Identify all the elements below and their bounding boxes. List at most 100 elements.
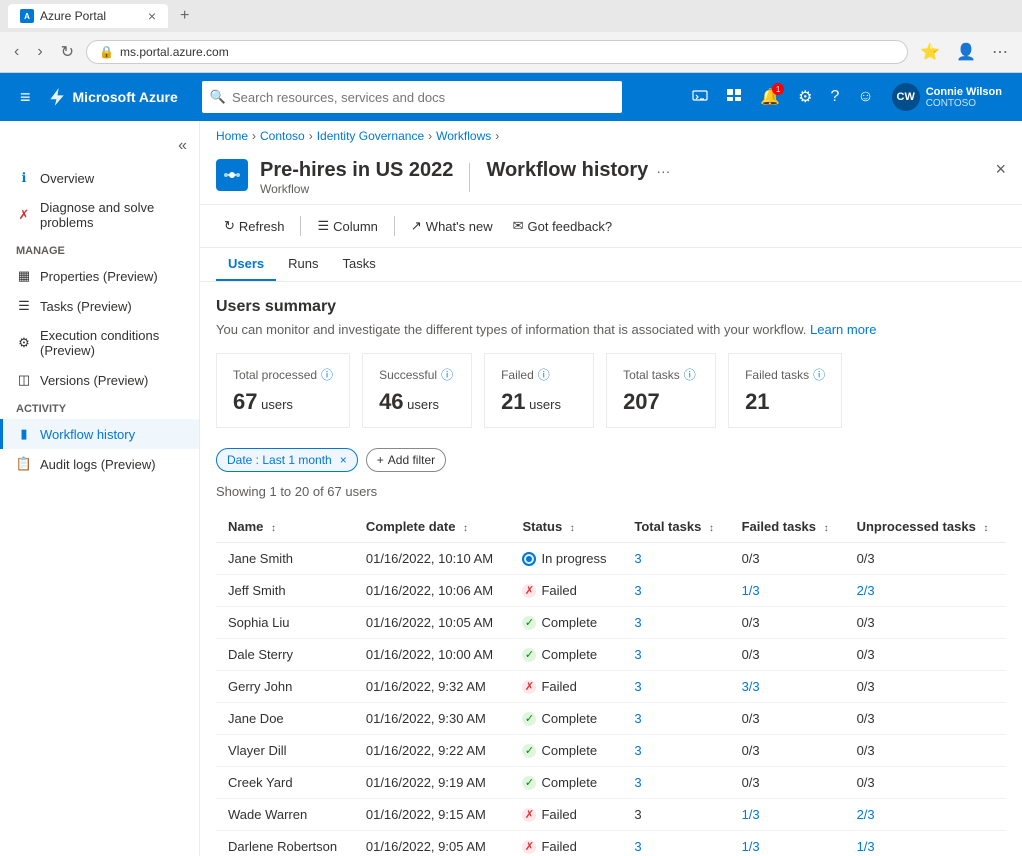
- breadcrumb-contoso[interactable]: Contoso: [260, 129, 305, 143]
- col-failed-tasks[interactable]: Failed tasks ↕: [730, 511, 845, 543]
- tab-tasks[interactable]: Tasks: [331, 248, 388, 281]
- page-header-divider: [469, 163, 470, 192]
- cell-total-tasks[interactable]: 3: [622, 639, 729, 671]
- nav-refresh-button[interactable]: ↻: [55, 38, 80, 66]
- breadcrumb-workflows[interactable]: Workflows: [436, 129, 491, 143]
- cell-total-tasks[interactable]: 3: [622, 767, 729, 799]
- failed-tasks-info-icon[interactable]: ⓘ: [813, 366, 825, 383]
- total-tasks-link[interactable]: 3: [634, 743, 641, 758]
- settings-button[interactable]: ⚙: [790, 79, 820, 115]
- browser-profile-button[interactable]: 👤: [950, 38, 982, 66]
- total-tasks-link[interactable]: 3: [634, 839, 641, 854]
- col-unprocessed-tasks[interactable]: Unprocessed tasks ↕: [845, 511, 1006, 543]
- browser-more-button[interactable]: ⋯: [986, 38, 1014, 66]
- column-button[interactable]: ☰ Column: [309, 213, 385, 239]
- breadcrumb-home[interactable]: Home: [216, 129, 248, 143]
- cell-total-tasks[interactable]: 3: [622, 543, 729, 575]
- cell-name: Jane Smith: [216, 543, 354, 575]
- summary-cards: Total processed ⓘ 67 users Successful ⓘ: [216, 353, 1006, 428]
- learn-more-link[interactable]: Learn more: [810, 322, 876, 337]
- cell-total-tasks[interactable]: 3: [622, 575, 729, 607]
- failed-tasks-link[interactable]: 1/3: [742, 839, 760, 854]
- feedback-button[interactable]: ☺: [849, 80, 881, 114]
- cell-failed-tasks[interactable]: 1/3: [730, 575, 845, 607]
- cell-total-tasks[interactable]: 3: [622, 703, 729, 735]
- status-indicator: ✓: [522, 776, 536, 790]
- portal-menu-button[interactable]: [718, 79, 750, 116]
- tab-users[interactable]: Users: [216, 248, 276, 281]
- azure-search-bar[interactable]: 🔍: [202, 81, 622, 113]
- user-profile[interactable]: CW Connie Wilson CONTOSO: [884, 79, 1010, 115]
- nav-forward-button[interactable]: ›: [31, 39, 48, 65]
- cloud-shell-button[interactable]: [684, 79, 716, 116]
- sidebar-item-properties[interactable]: ▦ Properties (Preview): [0, 261, 199, 291]
- sidebar-item-tasks[interactable]: ☰ Tasks (Preview): [0, 291, 199, 321]
- tab-runs[interactable]: Runs: [276, 248, 330, 281]
- cell-name: Dale Sterry: [216, 639, 354, 671]
- sidebar-item-audit-logs[interactable]: 📋 Audit logs (Preview): [0, 449, 199, 479]
- more-options-button[interactable]: ···: [656, 163, 670, 179]
- sidebar-item-overview[interactable]: ℹ Overview: [0, 163, 199, 193]
- refresh-button[interactable]: ↻ Refresh: [216, 213, 292, 239]
- total-tasks-link[interactable]: 3: [634, 711, 641, 726]
- failed-tasks-link[interactable]: 3/3: [742, 679, 760, 694]
- cell-unprocessed-tasks[interactable]: 2/3: [845, 575, 1006, 607]
- sidebar-item-versions[interactable]: ◫ Versions (Preview): [0, 365, 199, 395]
- cell-total-tasks[interactable]: 3: [622, 607, 729, 639]
- failed-tasks-link[interactable]: 1/3: [742, 807, 760, 822]
- nav-back-button[interactable]: ‹: [8, 39, 25, 65]
- notifications-button[interactable]: 🔔 1: [752, 79, 788, 115]
- sidebar-collapse-button[interactable]: «: [0, 129, 199, 163]
- cell-unprocessed-tasks[interactable]: 2/3: [845, 799, 1006, 831]
- feedback-toolbar-button[interactable]: ✉ Got feedback?: [505, 213, 620, 239]
- breadcrumb-identity-governance[interactable]: Identity Governance: [317, 129, 424, 143]
- col-complete-date[interactable]: Complete date ↕: [354, 511, 511, 543]
- unprocessed-tasks-link[interactable]: 2/3: [857, 583, 875, 598]
- whats-new-button[interactable]: ↗ What's new: [403, 213, 501, 239]
- sidebar-item-diagnose[interactable]: ✗ Diagnose and solve problems: [0, 193, 199, 237]
- col-status[interactable]: Status ↕: [510, 511, 622, 543]
- hamburger-menu-button[interactable]: ≡: [12, 83, 39, 112]
- cell-total-tasks[interactable]: 3: [622, 671, 729, 703]
- sidebar-item-workflow-history[interactable]: ▮ Workflow history: [0, 419, 199, 449]
- help-button[interactable]: ?: [822, 80, 847, 114]
- total-tasks-link[interactable]: 3: [634, 583, 641, 598]
- new-tab-button[interactable]: +: [176, 7, 193, 25]
- browser-extensions-button[interactable]: ⭐: [914, 38, 946, 66]
- total-tasks-info-icon[interactable]: ⓘ: [684, 366, 696, 383]
- col-name[interactable]: Name ↕: [216, 511, 354, 543]
- total-tasks-link[interactable]: 3: [634, 647, 641, 662]
- cell-total-tasks[interactable]: 3: [622, 831, 729, 856]
- unprocessed-tasks-link[interactable]: 2/3: [857, 807, 875, 822]
- cell-unprocessed-tasks[interactable]: 1/3: [845, 831, 1006, 856]
- total-tasks-link[interactable]: 3: [634, 615, 641, 630]
- cell-failed-tasks[interactable]: 1/3: [730, 831, 845, 856]
- browser-tab-close-btn[interactable]: ×: [148, 8, 156, 24]
- failed-info-icon[interactable]: ⓘ: [538, 366, 550, 383]
- search-input[interactable]: [232, 90, 614, 105]
- total-tasks-link[interactable]: 3: [634, 551, 641, 566]
- table-row: Creek Yard01/16/2022, 9:19 AM✓Complete30…: [216, 767, 1006, 799]
- successful-info-icon[interactable]: ⓘ: [441, 366, 453, 383]
- cell-total-tasks[interactable]: 3: [622, 735, 729, 767]
- execution-icon: ⚙: [16, 335, 32, 351]
- address-bar[interactable]: 🔒 ms.portal.azure.com: [86, 40, 908, 64]
- sidebar-item-execution[interactable]: ⚙ Execution conditions (Preview): [0, 321, 199, 365]
- failed-tasks-link[interactable]: 1/3: [742, 583, 760, 598]
- total-processed-info-icon[interactable]: ⓘ: [321, 366, 333, 383]
- azure-logo[interactable]: Microsoft Azure: [47, 87, 178, 107]
- browser-tab[interactable]: A Azure Portal ×: [8, 4, 168, 28]
- content-scroll[interactable]: Users summary You can monitor and invest…: [200, 282, 1022, 856]
- col-total-tasks[interactable]: Total tasks ↕: [622, 511, 729, 543]
- total-tasks-link[interactable]: 3: [634, 775, 641, 790]
- total-tasks-link[interactable]: 3: [634, 679, 641, 694]
- cell-failed-tasks[interactable]: 1/3: [730, 799, 845, 831]
- date-filter-chip[interactable]: Date : Last 1 month ×: [216, 448, 358, 472]
- unprocessed-tasks-link[interactable]: 1/3: [857, 839, 875, 854]
- close-button[interactable]: ×: [995, 159, 1006, 180]
- filter-chip-close[interactable]: ×: [340, 453, 347, 467]
- add-filter-button[interactable]: + Add filter: [366, 448, 446, 472]
- cell-failed-tasks[interactable]: 3/3: [730, 671, 845, 703]
- browser-tab-icon: A: [20, 9, 34, 23]
- card-total-processed: Total processed ⓘ 67 users: [216, 353, 350, 428]
